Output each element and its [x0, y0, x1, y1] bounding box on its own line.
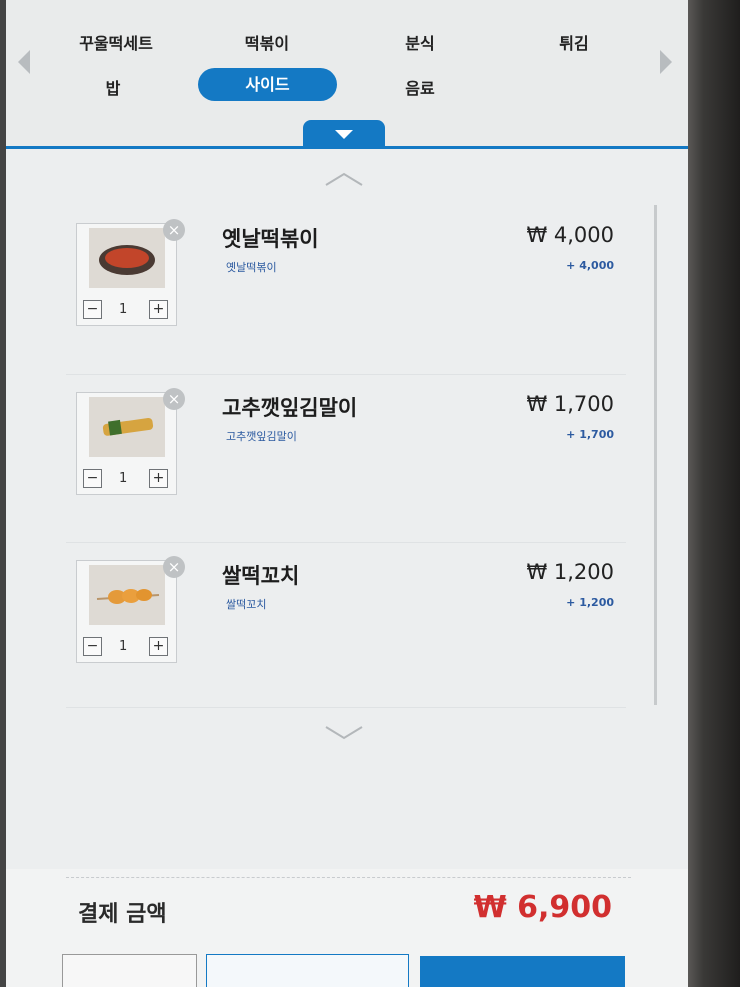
decrease-qty-button[interactable]: − — [83, 469, 102, 488]
cancel-all-button[interactable] — [62, 954, 197, 987]
quantity-stepper: − 1 + — [83, 300, 173, 320]
scroll-up-icon[interactable] — [324, 169, 364, 189]
quantity-stepper: − 1 + — [83, 469, 173, 489]
item-thumbnail: × − 1 + — [76, 556, 185, 663]
decrease-qty-button[interactable]: − — [83, 300, 102, 319]
increase-qty-button[interactable]: + — [149, 637, 168, 656]
collapse-toggle-button[interactable] — [303, 120, 385, 148]
item-option: 고추깻잎김말이 — [226, 430, 297, 443]
item-option-price: + 1,700 — [566, 428, 614, 441]
cart-item: × − 1 + 고추깻잎김말이 고추깻잎김말이 ₩ 1,700 + 1,700 — [66, 388, 626, 532]
item-option-price: + 1,200 — [566, 596, 614, 609]
secondary-action-button[interactable] — [206, 954, 409, 987]
food-image — [89, 397, 165, 457]
total-label: 결제 금액 — [78, 902, 167, 927]
total-amount: ₩ 6,900 — [473, 890, 612, 925]
pay-button[interactable] — [420, 956, 625, 987]
category-tab-side[interactable]: 사이드 — [198, 68, 337, 101]
category-bar: 꾸울떡세트 떡볶이 분식 튀김 밥 사이드 음료 — [6, 0, 688, 149]
cart-list: × − 1 + 옛날떡볶이 옛날떡볶이 ₩ 4,000 + 4,000 × − … — [6, 149, 688, 869]
quantity-value: 1 — [119, 639, 128, 654]
prev-category-arrow-icon[interactable] — [18, 50, 30, 74]
category-tab-twigim[interactable]: 튀김 — [504, 30, 644, 54]
item-name: 옛날떡볶이 — [222, 227, 319, 251]
quantity-value: 1 — [119, 471, 128, 486]
category-tab-bunsik[interactable]: 분식 — [350, 30, 490, 54]
remove-item-button[interactable]: × — [163, 388, 185, 410]
category-tab-bap[interactable]: 밥 — [43, 75, 183, 99]
item-name: 쌀떡꼬치 — [222, 564, 300, 588]
item-divider — [66, 542, 626, 543]
device-bezel-right — [688, 0, 740, 987]
item-divider — [66, 707, 626, 708]
remove-item-button[interactable]: × — [163, 219, 185, 241]
cart-item: × − 1 + 옛날떡볶이 옛날떡볶이 ₩ 4,000 + 4,000 — [66, 219, 626, 363]
item-price: ₩ 4,000 — [526, 223, 614, 247]
summary-divider — [66, 877, 631, 878]
scroll-down-icon[interactable] — [324, 723, 364, 743]
chevron-down-icon — [335, 130, 353, 139]
item-price: ₩ 1,700 — [526, 392, 614, 416]
increase-qty-button[interactable]: + — [149, 469, 168, 488]
food-image — [89, 565, 165, 625]
increase-qty-button[interactable]: + — [149, 300, 168, 319]
item-thumbnail: × − 1 + — [76, 219, 185, 326]
food-image — [89, 228, 165, 288]
item-option: 옛날떡볶이 — [226, 261, 277, 274]
next-category-arrow-icon[interactable] — [660, 50, 672, 74]
category-tab-tteokbokki[interactable]: 떡볶이 — [197, 30, 337, 54]
item-option-price: + 4,000 — [566, 259, 614, 272]
decrease-qty-button[interactable]: − — [83, 637, 102, 656]
item-price: ₩ 1,200 — [526, 560, 614, 584]
item-thumbnail: × − 1 + — [76, 388, 185, 495]
cart-item: × − 1 + 쌀떡꼬치 쌀떡꼬치 ₩ 1,200 + 1,200 — [66, 556, 626, 700]
category-tab-set[interactable]: 꾸울떡세트 — [46, 30, 186, 54]
quantity-stepper: − 1 + — [83, 637, 173, 657]
remove-item-button[interactable]: × — [163, 556, 185, 578]
category-tab-drinks[interactable]: 음료 — [350, 75, 490, 99]
cart-scrollbar[interactable] — [654, 205, 657, 705]
item-divider — [66, 374, 626, 375]
quantity-value: 1 — [119, 302, 128, 317]
payment-summary: 결제 금액 ₩ 6,900 — [6, 869, 688, 987]
item-name: 고추깻잎김말이 — [222, 396, 358, 420]
kiosk-screen: 꾸울떡세트 떡볶이 분식 튀김 밥 사이드 음료 × − 1 + 옛날떡볶이 옛… — [6, 0, 688, 987]
item-option: 쌀떡꼬치 — [226, 598, 267, 611]
